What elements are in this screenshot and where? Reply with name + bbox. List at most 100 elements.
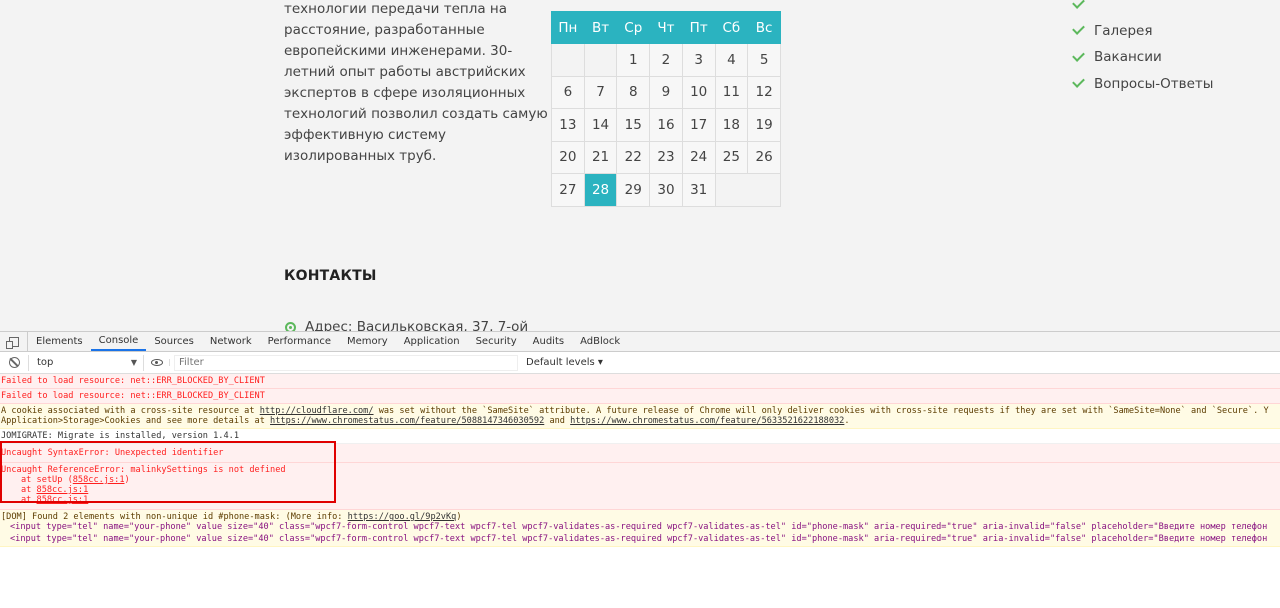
calendar-empty-cell [714, 173, 782, 207]
menu-item-label: Галерея [1094, 22, 1153, 39]
calendar-day[interactable]: 8 [616, 75, 651, 109]
tab-performance[interactable]: Performance [260, 332, 339, 351]
tab-memory[interactable]: Memory [339, 332, 396, 351]
calendar-day[interactable]: 3 [681, 43, 716, 77]
about-line: технологий позволил создать самую [284, 106, 548, 122]
device-toolbar-icon[interactable] [0, 332, 28, 351]
calendar-day[interactable]: 21 [583, 140, 618, 174]
live-expression-eye-icon[interactable] [144, 359, 170, 366]
stack-frame: at 858cc.js:1 [21, 495, 89, 505]
calendar-week: 6 7 8 9 10 11 12 [551, 75, 781, 109]
element-snippet[interactable]: <input type="tel" name="your-phone" valu… [1, 522, 1280, 532]
message-text: Application>Storage>Cookies and see more… [1, 416, 271, 426]
calendar-day[interactable]: 29 [616, 173, 651, 207]
message-link[interactable]: https://www.chromestatus.com/feature/563… [570, 416, 844, 426]
calendar-day[interactable]: 10 [681, 75, 716, 109]
message-text: A cookie associated with a cross-site re… [1, 406, 260, 416]
calendar-week: 27 28 29 30 31 [551, 173, 782, 207]
console-warning: A cookie associated with a cross-site re… [0, 404, 1280, 429]
message-link[interactable]: https://goo.gl/9p2vKq [348, 512, 457, 522]
calendar-day[interactable]: 11 [714, 75, 749, 109]
console-log: JOMIGRATE: Migrate is installed, version… [0, 429, 1280, 444]
console-warning: [DOM] Found 2 elements with non-unique i… [0, 510, 1280, 547]
weekday-header: Чт [649, 11, 683, 44]
about-line: технологии передачи тепла на [284, 1, 508, 17]
menu-item-faq[interactable]: Вопросы-Ответы [1072, 71, 1213, 98]
message-text: Failed to load resource: net::ERR_BLOCKE… [1, 391, 265, 401]
calendar-day[interactable]: 7 [583, 75, 618, 109]
tab-audits[interactable]: Audits [525, 332, 572, 351]
calendar-day[interactable]: 26 [747, 140, 781, 174]
tab-security[interactable]: Security [468, 332, 525, 351]
source-link[interactable]: 858cc.js:1 [73, 475, 125, 485]
calendar-day[interactable]: 24 [681, 140, 716, 174]
address-line: Адрес: Васильковская, 37, 7-ой [285, 319, 528, 331]
menu-item-hidden[interactable] [1072, 0, 1213, 18]
menu-item-vacancies[interactable]: Вакансии [1072, 44, 1213, 71]
message-link[interactable]: https://www.chromestatus.com/feature/508… [270, 416, 544, 426]
calendar-day[interactable]: 17 [681, 108, 716, 142]
calendar-day[interactable]: 14 [583, 108, 618, 142]
calendar: Пн Вт Ср Чт Пт Сб Вс 1 2 3 4 5 6 7 8 9 10 11 12 13 14… [551, 11, 782, 207]
log-levels-dropdown[interactable]: Default levels ▾ [526, 357, 603, 368]
dropdown-arrow-icon: ▼ [130, 358, 137, 367]
about-line: расстояние, разработанные [284, 22, 485, 38]
weekday-header: Пт [681, 11, 716, 44]
context-select[interactable]: top ▼ [28, 354, 144, 371]
calendar-day[interactable]: 20 [551, 140, 585, 174]
calendar-day[interactable]: 1 [616, 43, 651, 77]
tab-adblock[interactable]: AdBlock [572, 332, 628, 351]
calendar-day[interactable]: 30 [649, 173, 683, 207]
calendar-days: 1 2 3 4 5 6 7 8 9 10 11 12 13 14 15 16 17 18 19 20 21 22 23 24 2… [551, 43, 782, 207]
tab-application[interactable]: Application [396, 332, 468, 351]
calendar-day[interactable]: 2 [649, 43, 683, 77]
menu-item-label: Вакансии [1094, 49, 1162, 66]
message-text: Failed to load resource: net::ERR_BLOCKE… [1, 376, 265, 386]
console-messages: Failed to load resource: net::ERR_BLOCKE… [0, 374, 1280, 547]
calendar-day[interactable]: 6 [551, 75, 585, 109]
about-line: эффективную систему [284, 127, 446, 143]
message-text: [DOM] Found 2 elements with non-unique i… [1, 512, 348, 522]
tab-sources[interactable]: Sources [146, 332, 202, 351]
calendar-day[interactable]: 22 [616, 140, 651, 174]
calendar-day[interactable]: 12 [747, 75, 781, 109]
calendar-day[interactable]: 23 [649, 140, 683, 174]
calendar-week: 13 14 15 16 17 18 19 [551, 108, 781, 142]
calendar-day[interactable]: 5 [747, 43, 781, 77]
website-viewport: технологии передачи тепла на расстояние,… [0, 0, 1280, 331]
console-toolbar: top ▼ Default levels ▾ [0, 352, 1280, 374]
weekday-header: Сб [714, 11, 749, 44]
location-pin-icon [285, 321, 296, 331]
clear-console-icon[interactable] [0, 357, 28, 368]
calendar-day[interactable]: 28 [583, 173, 618, 207]
about-line: европейскими инженерами. 30- [284, 43, 513, 59]
tab-console[interactable]: Console [90, 332, 147, 351]
calendar-day[interactable]: 31 [681, 173, 716, 207]
calendar-week: 20 21 22 23 24 25 26 [551, 140, 781, 174]
source-link[interactable]: 858cc.js:1 [37, 495, 89, 505]
element-snippet[interactable]: <input type="tel" name="your-phone" valu… [1, 534, 1280, 544]
console-error: Uncaught ReferenceError: malinkySettings… [0, 463, 1280, 510]
calendar-day[interactable]: 19 [747, 108, 781, 142]
calendar-day[interactable]: 15 [616, 108, 651, 142]
check-icon [1072, 22, 1085, 36]
message-text: JOMIGRATE: Migrate is installed, version… [1, 431, 239, 441]
menu-item-gallery[interactable]: Галерея [1072, 18, 1213, 45]
calendar-day[interactable]: 27 [551, 173, 585, 207]
filter-input[interactable] [174, 354, 518, 371]
source-link[interactable]: 858cc.js:1 [37, 485, 89, 495]
weekday-header: Ср [616, 11, 651, 44]
message-link[interactable]: http://cloudflare.com/ [260, 406, 374, 416]
calendar-day[interactable]: 4 [714, 43, 749, 77]
calendar-day[interactable]: 25 [714, 140, 749, 174]
weekday-header: Вс [747, 11, 781, 44]
calendar-day[interactable]: 13 [551, 108, 585, 142]
calendar-day[interactable]: 9 [649, 75, 683, 109]
address-text: Адрес: Васильковская, 37, 7-ой [305, 319, 529, 331]
side-menu: Галерея Вакансии Вопросы-Ответы [1072, 0, 1213, 98]
calendar-day[interactable]: 18 [714, 108, 749, 142]
tab-network[interactable]: Network [202, 332, 260, 351]
calendar-empty-cell [583, 43, 618, 77]
calendar-day[interactable]: 16 [649, 108, 683, 142]
tab-elements[interactable]: Elements [28, 332, 91, 351]
